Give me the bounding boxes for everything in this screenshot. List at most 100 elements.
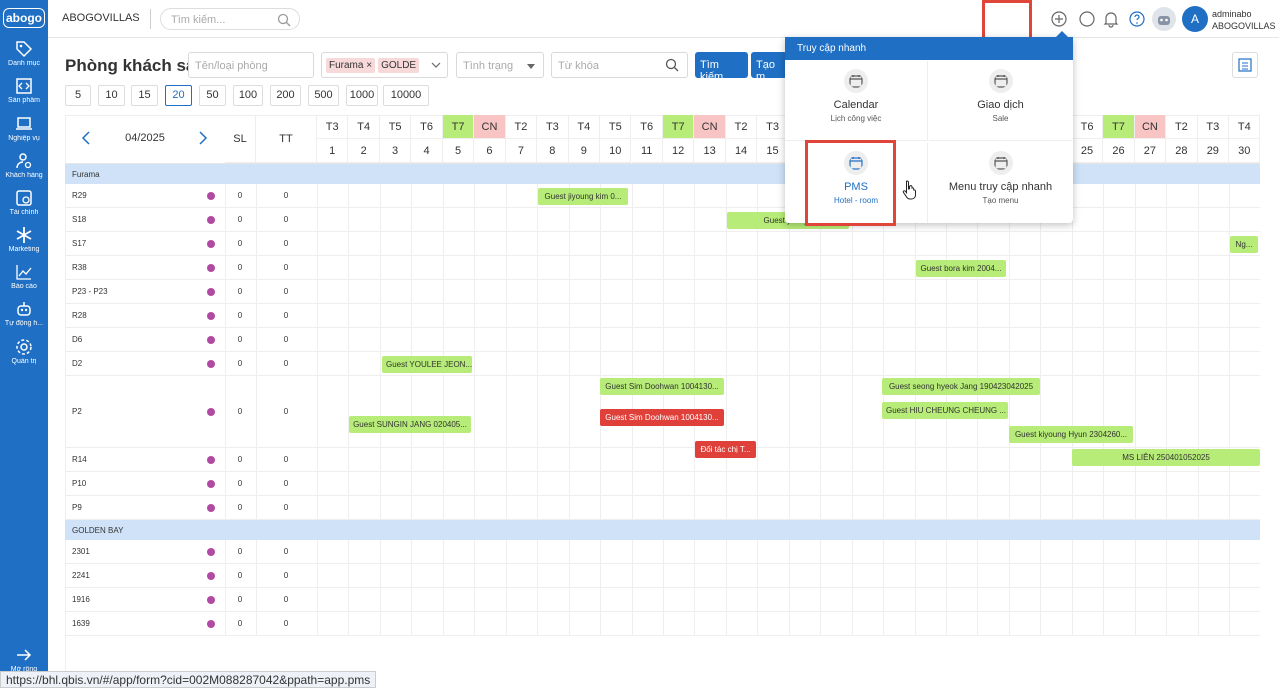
grid-line xyxy=(631,448,633,472)
grid-line xyxy=(225,280,226,304)
sidebar-item-khach-hang[interactable]: Khách hàng xyxy=(0,152,48,179)
quick-item-calendar[interactable]: Calendar Lịch công việc xyxy=(785,61,928,141)
page-size-10[interactable]: 10 xyxy=(98,85,125,106)
grid-line xyxy=(662,496,664,520)
status-select[interactable]: Tình trạng xyxy=(456,52,544,78)
user-info[interactable]: adminabo ABOGOVILLAS xyxy=(1212,8,1276,32)
tt-header: TT xyxy=(256,115,317,163)
booking-bar[interactable]: Guest HIU CHEUNG CHEUNG ... xyxy=(882,402,1008,419)
grid-line xyxy=(411,184,413,208)
sidebar-item-bao-cao[interactable]: Báo cáo xyxy=(0,263,48,290)
grid-line xyxy=(537,256,539,280)
avatar[interactable]: A xyxy=(1182,6,1208,32)
day-number-10: 10 xyxy=(600,139,632,163)
grid-line xyxy=(757,328,759,352)
booking-bar[interactable]: Guest YOULEE JEON... xyxy=(382,356,472,373)
booking-bar[interactable]: Guest bora kim 2004... xyxy=(916,260,1006,277)
prev-month-button[interactable] xyxy=(81,131,93,147)
booking-bar[interactable]: Đối tác chị T... xyxy=(695,441,756,458)
grid-line xyxy=(1040,304,1042,328)
sidebar-item-danh-muc[interactable]: Danh mục xyxy=(0,40,48,67)
grid-line xyxy=(600,208,602,232)
sidebar-item-marketing[interactable]: Marketing xyxy=(0,226,48,253)
grid-line xyxy=(600,472,602,496)
create-button[interactable]: Tạo m xyxy=(751,52,787,83)
sidebar-item-tai-chinh[interactable]: Tài chính xyxy=(0,189,48,216)
grid-line xyxy=(820,280,822,304)
grid-line xyxy=(505,612,507,636)
quick-item-menu[interactable]: Menu truy cập nhanh Tạo menu xyxy=(929,143,1072,223)
grid-line xyxy=(442,588,444,612)
grid-line xyxy=(505,448,507,472)
grid-line xyxy=(537,448,539,472)
quick-item-giao-dich[interactable]: Giao dịch Sale xyxy=(929,61,1072,141)
sidebar-item-mo-rong[interactable]: Mở rộng xyxy=(0,646,48,673)
booking-bar[interactable]: Guest Sim Doohwan 1004130... xyxy=(600,409,724,426)
next-month-button[interactable] xyxy=(198,131,210,147)
day-weekday-3: T5 xyxy=(379,115,412,139)
logo[interactable]: abogo xyxy=(3,8,45,28)
room-sl: 0 xyxy=(237,455,243,464)
grid-line xyxy=(505,208,507,232)
sidebar-item-tu-dong-hoa[interactable]: Tự động h... xyxy=(0,300,48,327)
day-number-27: 27 xyxy=(1134,139,1167,163)
global-search-input[interactable]: Tìm kiếm... xyxy=(160,8,300,30)
page-size-5[interactable]: 5 xyxy=(65,85,91,106)
document-icon xyxy=(1238,58,1252,72)
booking-bar[interactable]: Guest kiyoung Hyun 2304260... xyxy=(1009,426,1133,443)
room-name: D6 xyxy=(72,335,83,344)
sidebar-item-nghiep-vu[interactable]: Nghiệp vụ xyxy=(0,115,48,142)
hotel-select[interactable]: Furama × GOLDE xyxy=(321,52,448,78)
grid-line xyxy=(788,540,790,564)
booking-bar[interactable]: Guest seong hyeok Jang 190423042025 xyxy=(882,378,1040,395)
grid-line xyxy=(662,328,664,352)
circle-icon[interactable] xyxy=(1078,10,1096,28)
room-tt: 0 xyxy=(283,479,289,488)
tag-golden[interactable]: GOLDE xyxy=(378,58,420,73)
booking-bar[interactable]: Ng... xyxy=(1230,236,1258,253)
grid-line xyxy=(725,328,727,352)
grid-line xyxy=(256,256,257,280)
sidebar-item-quan-tri[interactable]: Quản trị xyxy=(0,338,48,365)
grid-line xyxy=(851,232,853,256)
grid-line xyxy=(757,304,759,328)
grid-line xyxy=(317,540,318,564)
plus-circle-icon[interactable] xyxy=(1050,10,1068,28)
grid-line xyxy=(348,208,350,232)
page-size-1000[interactable]: 1000 xyxy=(346,85,378,106)
grid-line xyxy=(631,256,633,280)
grid-line xyxy=(1166,376,1168,448)
room-status-dot xyxy=(207,336,215,344)
bell-icon[interactable] xyxy=(1102,10,1120,28)
booking-bar[interactable]: MS LIÊN 250401052025 xyxy=(1072,449,1260,466)
grid-line xyxy=(1197,208,1199,232)
page-size-50[interactable]: 50 xyxy=(199,85,226,106)
grid-line xyxy=(225,304,226,328)
page-size-10000[interactable]: 10000 xyxy=(383,85,429,106)
grid-line xyxy=(883,280,885,304)
page-size-20[interactable]: 20 xyxy=(165,85,192,106)
grid-line xyxy=(225,184,226,208)
grid-line xyxy=(662,352,664,376)
sidebar-item-san-pham[interactable]: Sản phẩm xyxy=(0,77,48,104)
page-size-500[interactable]: 500 xyxy=(308,85,339,106)
page-size-100[interactable]: 100 xyxy=(233,85,263,106)
chevron-right-icon xyxy=(199,131,208,145)
booking-bar[interactable]: Guest Sim Doohwan 1004130... xyxy=(600,378,724,395)
grid-line xyxy=(1103,208,1105,232)
search-button[interactable]: Tìm kiếm xyxy=(695,52,748,83)
page-size-15[interactable]: 15 xyxy=(131,85,158,106)
help-icon[interactable] xyxy=(1128,10,1146,28)
keyword-input[interactable]: Từ khóa xyxy=(551,52,688,78)
bot-icon[interactable] xyxy=(1152,7,1176,31)
grid-line xyxy=(348,564,350,588)
page-size-200[interactable]: 200 xyxy=(270,85,301,106)
grid-line xyxy=(256,612,257,636)
booking-bar[interactable]: Guest jiyoung kim 0... xyxy=(538,188,628,205)
document-button[interactable] xyxy=(1232,52,1258,78)
day-number-29: 29 xyxy=(1197,139,1230,163)
room-filter-input[interactable]: Tên/loại phòng xyxy=(188,52,314,78)
tag-furama[interactable]: Furama × xyxy=(326,58,376,73)
grid-line xyxy=(914,328,916,352)
booking-bar[interactable]: Guest SUNGIN JANG 020405... xyxy=(349,416,471,433)
